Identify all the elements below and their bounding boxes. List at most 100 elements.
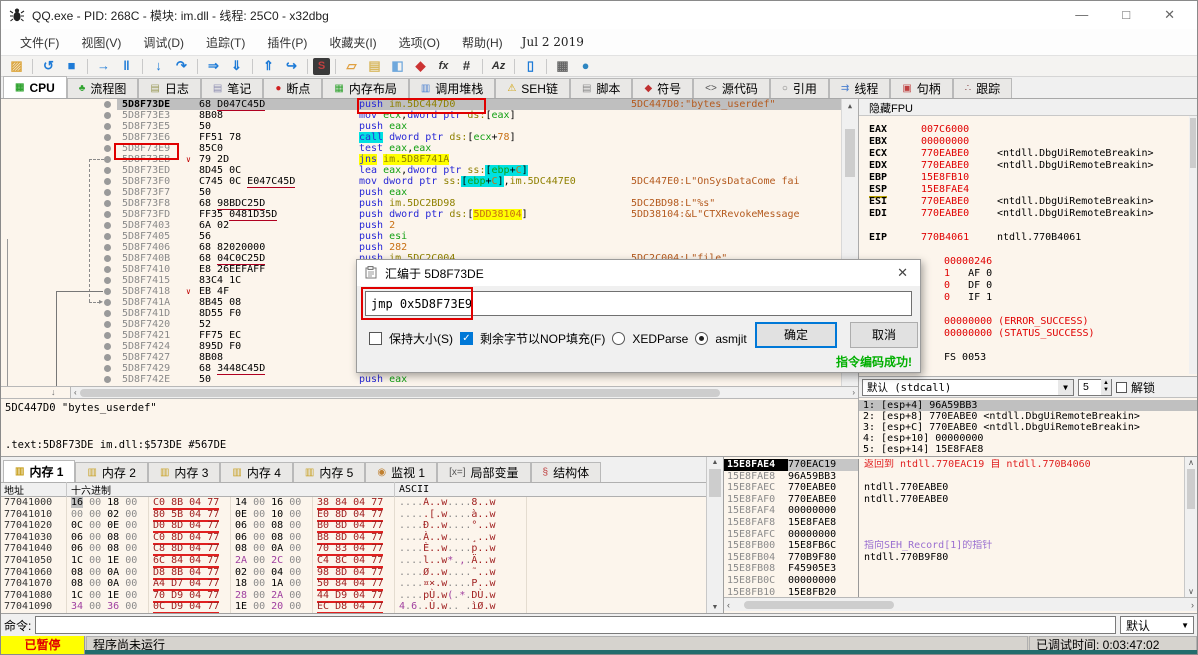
dump-tab-内存 4[interactable]: ▥ 内存 4	[220, 462, 293, 482]
stack-row[interactable]: 15E8FAE8 96A59BB3	[724, 470, 1197, 483]
dialog-close-icon[interactable]: ✕	[897, 265, 912, 281]
maximize-button[interactable]: □	[1122, 7, 1130, 23]
argument-row[interactable]: 2: [esp+8] 770EABE0 <ntdll.DbgUiRemoteBr…	[859, 411, 1197, 422]
step-until-return-icon[interactable]: ⇓	[226, 57, 247, 75]
menu-item[interactable]: 追踪(T)	[195, 30, 256, 55]
dump-tab-结构体[interactable]: § 结构体	[530, 462, 602, 482]
comments-icon[interactable]: ▤	[364, 57, 385, 75]
argument-row[interactable]: 5: [esp+14] 15E8FAE8	[859, 444, 1197, 455]
dump-tab-监视 1[interactable]: ◉ 监视 1	[365, 462, 438, 482]
breakpoint-dot[interactable]	[104, 123, 111, 130]
stack-row[interactable]: 15E8FAEC 770EABE0 ntdll.770EABE0	[724, 482, 1197, 494]
dump-tab-局部变量[interactable]: [x=] 局部变量	[437, 462, 531, 482]
breakpoint-dot[interactable]	[104, 288, 111, 295]
breakpoint-dot[interactable]	[104, 167, 111, 174]
chevron-down-icon[interactable]: ▼	[1058, 379, 1073, 395]
breakpoint-dot[interactable]	[104, 354, 111, 361]
scroll-thumb[interactable]	[709, 469, 721, 497]
step-into-icon[interactable]: ↓	[148, 57, 169, 75]
breakpoint-dot[interactable]	[104, 200, 111, 207]
calculator-icon[interactable]: ▦	[552, 57, 573, 75]
breakpoint-gutter[interactable]	[1, 352, 117, 363]
run-icon[interactable]: →	[93, 57, 114, 75]
stack-row[interactable]: 15E8FB04 770B9F80 ntdll.770B9F80	[724, 551, 1197, 564]
unlock-checkbox[interactable]	[1116, 381, 1127, 393]
breakpoint-gutter[interactable]	[1, 330, 117, 341]
dump-row[interactable]: 77041060 08 00 0A 00 D8 8B 04 77 02 00 04 0…	[1, 566, 706, 580]
dump-tab-内存 1[interactable]: ▥ 内存 1	[3, 460, 76, 482]
menu-item[interactable]: 收藏夹(I)	[318, 30, 387, 55]
breakpoint-gutter[interactable]	[1, 176, 117, 187]
argument-row[interactable]: 3: [esp+C] 770EABE0 <ntdll.DbgUiRemoteBr…	[859, 422, 1197, 433]
breakpoint-gutter[interactable]	[1, 132, 117, 143]
breakpoint-dot[interactable]	[104, 376, 111, 383]
breakpoint-gutter[interactable]	[1, 363, 117, 374]
pause-icon[interactable]: ‖	[116, 57, 137, 75]
breakpoint-gutter[interactable]	[1, 198, 117, 209]
breakpoint-dot[interactable]	[104, 244, 111, 251]
breakpoint-gutter[interactable]	[1, 231, 117, 242]
ok-button[interactable]: 确定	[755, 322, 837, 348]
dump-row[interactable]: 77041040 06 00 08 00 C8 8D 04 77 08 00 0A 0…	[1, 543, 706, 557]
breakpoint-dot[interactable]	[104, 365, 111, 372]
tab-跟踪[interactable]: ∴ 跟踪	[952, 78, 1013, 98]
scroll-thumb[interactable]	[1187, 469, 1195, 509]
dump-tab-内存 3[interactable]: ▥ 内存 3	[147, 462, 221, 482]
menu-item[interactable]: 调试(D)	[132, 30, 195, 55]
attach-icon[interactable]: ↪	[281, 57, 302, 75]
dump-row[interactable]: 77041090 34 00 36 00 0C D9 04 77 1E 00 20 0…	[1, 601, 706, 613]
xedparse-radio[interactable]	[612, 332, 626, 345]
scroll-left-arrow[interactable]: ‹	[727, 600, 730, 610]
stop-icon[interactable]: ■	[61, 57, 82, 75]
modules-icon[interactable]: ▯	[520, 57, 541, 75]
tab-SEH链[interactable]: ⚠ SEH链	[495, 78, 570, 98]
globe-icon[interactable]: ●	[575, 57, 596, 75]
stack-row[interactable]: 15E8FAFC 00000000	[724, 528, 1197, 541]
hide-fpu-button[interactable]: 隐藏FPU	[859, 99, 1197, 116]
breakpoint-dot[interactable]	[104, 266, 111, 273]
stack-row[interactable]: 15E8FB10 15E8FB20	[724, 586, 1197, 597]
close-button[interactable]: ✕	[1164, 7, 1175, 23]
patch-icon[interactable]: ▱	[341, 57, 362, 75]
dump-row[interactable]: 77041070 08 00 0A 00 A4 D7 04 77 18 00 1A 0…	[1, 578, 706, 592]
breakpoint-gutter[interactable]	[1, 341, 117, 352]
dump-row[interactable]: 77041080 1C 00 1E 00 70 D9 04 77 28 00 2A 0…	[1, 589, 706, 603]
disasm-row[interactable]: 5D8F7405 56 push esi	[1, 231, 858, 242]
breakpoint-dot[interactable]	[104, 310, 111, 317]
argument-row[interactable]: 4: [esp+10] 00000000	[859, 433, 1197, 444]
register-row-EDX[interactable]: EDX 770EABE0 <ntdll.DbgUiRemoteBreakin>	[869, 160, 1197, 172]
disasm-row[interactable]: 5D8F73F8 68 98BDC25D push im.5DC2BD98 5DC2B…	[1, 198, 858, 210]
dump-tab-内存 2[interactable]: ▥ 内存 2	[75, 462, 148, 482]
scroll-left-arrow[interactable]: ‹	[71, 388, 80, 397]
hash-icon[interactable]: #	[456, 57, 477, 75]
breakpoint-dot[interactable]	[104, 134, 111, 141]
case-icon[interactable]: Az	[488, 57, 509, 75]
stack-row[interactable]: 15E8FAE4 770EAC19 返回到 ntdll.770EAC19 自 ntd…	[724, 459, 1197, 471]
breakpoint-gutter[interactable]	[1, 187, 117, 198]
step-over-icon[interactable]: ↷	[171, 57, 192, 75]
breakpoint-dot[interactable]	[104, 277, 111, 284]
menu-item[interactable]: 帮助(H)	[451, 30, 514, 55]
disasm-row[interactable]: 5D8F7406 68 82020000 push 282	[1, 242, 858, 253]
breakpoint-dot[interactable]	[104, 299, 111, 306]
menu-item[interactable]: 插件(P)	[256, 30, 318, 55]
register-row-ESI[interactable]: ESI 770EABE0 <ntdll.DbgUiRemoteBreakin>	[869, 196, 1197, 208]
spinner-arrows[interactable]: ▲ ▼	[1101, 379, 1111, 395]
scroll-thumb[interactable]	[845, 129, 855, 177]
asmjit-radio[interactable]	[695, 332, 709, 345]
breakpoint-dot[interactable]	[104, 189, 111, 196]
open-file-icon[interactable]: ▨	[6, 57, 27, 75]
dump-row[interactable]: 77041010 00 00 02 00 80 5B 04 77 0E 00 10 0…	[1, 508, 706, 522]
tab-符号[interactable]: ◆ 符号	[632, 78, 694, 98]
stack-vscrollbar[interactable]: ∧ ∨	[1184, 457, 1197, 597]
argument-row[interactable]: 1: [esp+4] 96A59BB3	[859, 400, 1197, 411]
scroll-up-arrow[interactable]: ▲	[707, 457, 723, 466]
menu-item[interactable]: 选项(O)	[388, 30, 451, 55]
stack-row[interactable]: 15E8FAF4 00000000	[724, 505, 1197, 517]
tab-笔记[interactable]: ▤ 笔记	[200, 78, 264, 98]
command-input[interactable]	[35, 616, 1116, 634]
chevron-down-icon[interactable]: ▼	[1181, 621, 1193, 630]
breakpoint-dot[interactable]	[104, 343, 111, 350]
minimize-button[interactable]: —	[1075, 7, 1088, 23]
stack-row[interactable]: 15E8FAF8 15E8FAE8	[724, 516, 1197, 529]
